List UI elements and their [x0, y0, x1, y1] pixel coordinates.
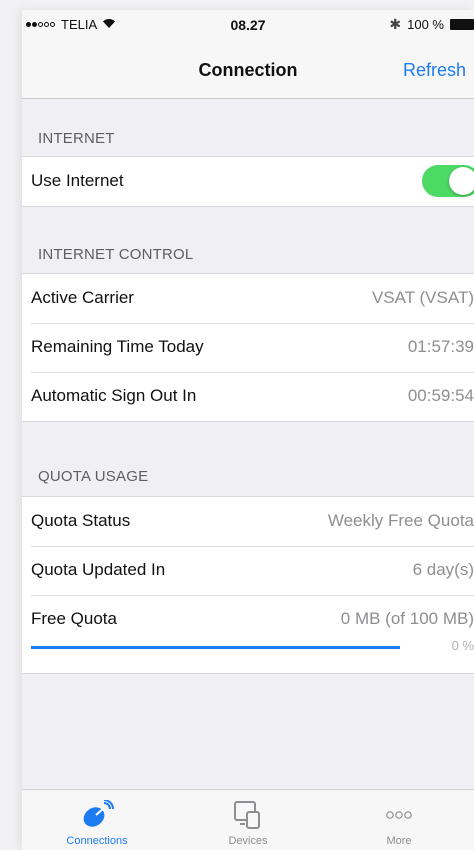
remaining-time-label: Remaining Time Today: [31, 337, 204, 356]
auto-sign-out-value: 00:59:54: [407, 386, 474, 405]
bluetooth-icon: ✱: [389, 16, 402, 32]
tab-devices-label: Devices: [228, 835, 268, 847]
tab-devices[interactable]: Devices: [173, 790, 323, 850]
navigation-bar: Connection Refresh: [22, 40, 474, 99]
quota-updated-value: 6 day(s): [412, 560, 474, 579]
refresh-button[interactable]: Refresh: [403, 60, 466, 81]
tab-connections-label: Connections: [66, 835, 128, 847]
info-row-quota-status: Quota Status Weekly Free Quota: [22, 497, 474, 546]
more-dots-icon: [382, 800, 416, 835]
section-header-quota-usage: QUOTA USAGE: [38, 468, 149, 485]
status-bar: TELIA 08.27 ✱ 100 %: [22, 10, 474, 40]
remaining-time-value: 01:57:39: [407, 337, 474, 356]
use-internet-row: Use Internet: [22, 157, 474, 206]
info-row-active-carrier: Active Carrier VSAT (VSAT): [22, 274, 474, 323]
battery-percent: 100 %: [407, 17, 444, 32]
devices-icon: [231, 800, 265, 835]
tab-more[interactable]: More: [324, 790, 474, 850]
active-carrier-value: VSAT (VSAT): [371, 288, 474, 307]
use-internet-label: Use Internet: [31, 171, 124, 190]
auto-sign-out-label: Automatic Sign Out In: [31, 386, 197, 405]
tab-more-label: More: [386, 835, 412, 847]
quota-progress-bar: [31, 646, 400, 649]
quota-usage-group: Quota Status Weekly Free Quota Quota Upd…: [22, 496, 474, 674]
quota-status-value: Weekly Free Quota: [327, 511, 474, 530]
tab-connections[interactable]: Connections: [22, 790, 172, 850]
free-quota-label: Free Quota: [31, 609, 117, 628]
info-row-auto-sign-out: Automatic Sign Out In 00:59:54: [22, 372, 474, 421]
internet-control-group: Active Carrier VSAT (VSAT) Remaining Tim…: [22, 273, 474, 422]
info-row-free-quota: Free Quota 0 MB (of 100 MB) 0 %: [22, 595, 474, 673]
active-carrier-label: Active Carrier: [31, 288, 134, 307]
info-row-remaining-time: Remaining Time Today 01:57:39: [22, 323, 474, 372]
tab-bar: Connections Devices More: [22, 789, 474, 850]
section-header-internet-control: INTERNET CONTROL: [38, 246, 194, 263]
status-right: ✱ 100 %: [389, 16, 474, 33]
section-header-internet: INTERNET: [38, 130, 115, 147]
free-quota-value: 0 MB (of 100 MB): [340, 609, 474, 628]
quota-updated-label: Quota Updated In: [31, 560, 166, 579]
toggle-knob: [449, 167, 474, 195]
internet-group: Use Internet: [22, 156, 474, 207]
use-internet-toggle[interactable]: [422, 165, 474, 197]
info-row-quota-updated: Quota Updated In 6 day(s): [22, 546, 474, 595]
quota-progress-fill: [31, 646, 400, 649]
battery-icon: [450, 19, 474, 30]
app-screen: TELIA 08.27 ✱ 100 % Connection Refresh I…: [22, 10, 474, 850]
quota-status-label: Quota Status: [31, 511, 131, 530]
satellite-dish-icon: [80, 799, 114, 835]
quota-percent: 0 %: [451, 638, 474, 653]
